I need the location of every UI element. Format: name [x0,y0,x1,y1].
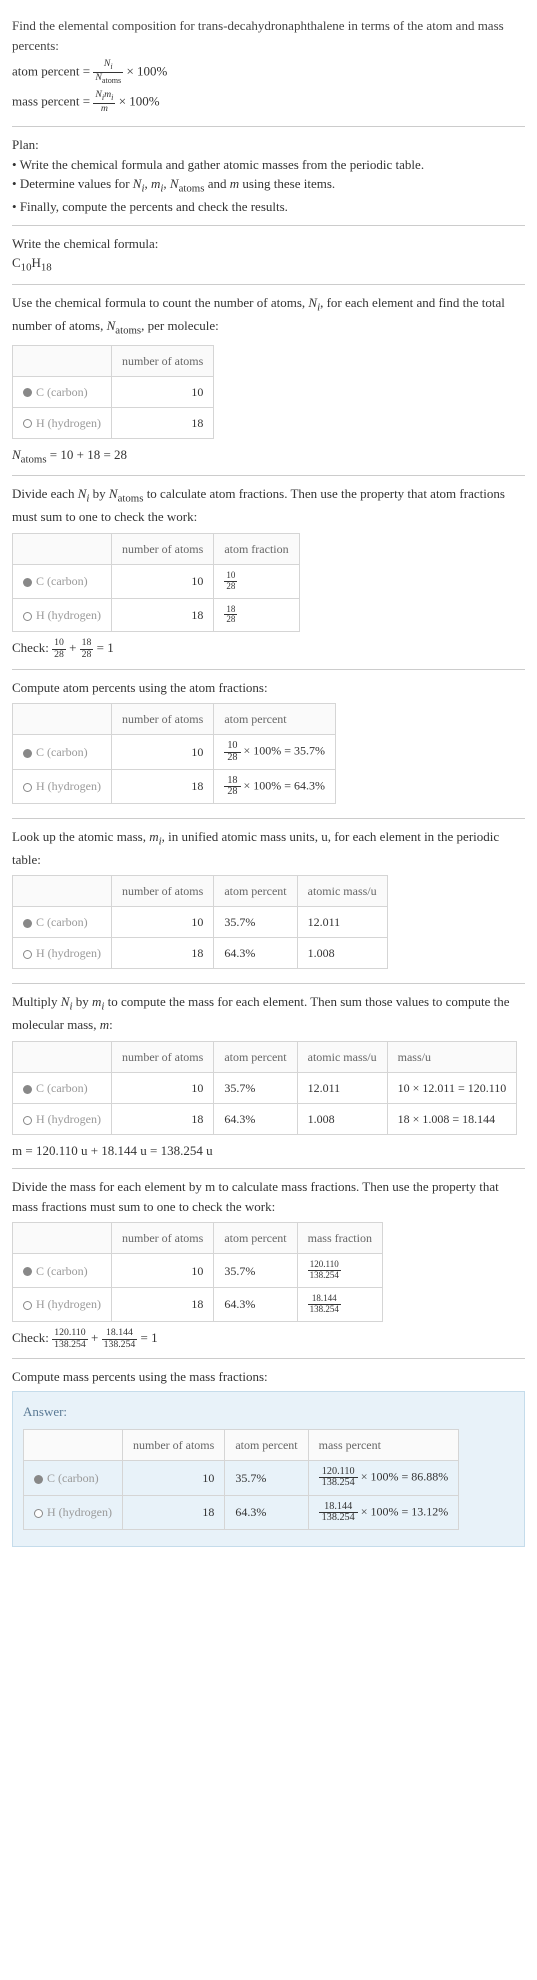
count-atoms-section: Use the chemical formula to count the nu… [12,285,525,476]
answer-label: Answer: [23,1402,514,1422]
intro-section: Find the elemental composition for trans… [12,8,525,127]
m-equation: m = 120.110 u + 18.144 u = 138.254 u [12,1141,525,1161]
bullet-filled-icon [23,578,32,587]
mass-percent-label: mass percent = [12,93,93,108]
atom-percents-table: number of atomsatom percent C (carbon)10… [12,703,336,804]
mass-percent-formula: mass percent = Nimim × 100% [12,90,525,115]
atom-percents-heading: Compute atom percents using the atom fra… [12,678,525,698]
table-row: H (hydrogen)181828 [13,598,300,632]
table-row: H (hydrogen) 18 [13,407,214,438]
atom-fractions-section: Divide each Ni by Natoms to calculate at… [12,476,525,669]
intro-title: Find the elemental composition for trans… [12,16,525,55]
atom-fraction-check: Check: 1028 + 1828 = 1 [12,638,525,660]
mass-fractions-text: Divide the mass for each element by m to… [12,1177,525,1216]
table-row: C (carbon)101028 [13,564,300,598]
atom-percents-section: Compute atom percents using the atom fra… [12,670,525,819]
bullet-filled-icon [23,919,32,928]
bullet-hollow-icon [23,783,32,792]
plan-list: Write the chemical formula and gather at… [12,155,525,217]
bullet-filled-icon [23,749,32,758]
multiply-mass-section: Multiply Ni by mi to compute the mass fo… [12,984,525,1169]
c-atoms: 10 [111,376,213,407]
plan-item-3: Finally, compute the percents and check … [12,197,525,217]
chemical-formula: C10H18 [12,253,525,276]
col-atom-fraction: atom fraction [214,533,299,564]
chemical-formula-heading: Write the chemical formula: [12,234,525,254]
multiply-mass-text: Multiply Ni by mi to compute the mass fo… [12,992,525,1034]
plan-section: Plan: Write the chemical formula and gat… [12,127,525,225]
atomic-mass-text: Look up the atomic mass, mi, in unified … [12,827,525,869]
bullet-filled-icon [23,388,32,397]
table-row: H (hydrogen)1864.3%18.144138.254 [13,1288,383,1322]
atom-percent-label: atom percent = [12,63,93,78]
answer-box: Answer: number of atomsatom percentmass … [12,1391,525,1547]
atom-percent-formula: atom percent = NiNatoms × 100% [12,59,525,86]
table-row: H (hydrogen)181828 × 100% = 64.3% [13,769,336,803]
chemical-formula-section: Write the chemical formula: C10H18 [12,226,525,285]
bullet-hollow-icon [34,1509,43,1518]
plan-item-2: Determine values for Ni, mi, Natoms and … [12,174,525,197]
table-row: C (carbon)1035.7%120.110138.254 × 100% =… [24,1461,459,1495]
col-number-of-atoms: number of atoms [111,345,213,376]
chem-c: C [12,255,21,270]
natoms-equation: Natoms = 10 + 18 = 28 [12,445,525,468]
bullet-hollow-icon [23,1301,32,1310]
atom-percent-rhs: × 100% [126,63,167,78]
table-row: H (hydrogen)1864.3%18.144138.254 × 100% … [24,1495,459,1529]
bullet-hollow-icon [23,419,32,428]
c-label: C (carbon) [36,385,88,399]
col-number-of-atoms: number of atoms [111,533,213,564]
h-atoms: 18 [111,407,213,438]
table-row: H (hydrogen)1864.3%1.00818 × 1.008 = 18.… [13,1103,517,1134]
mass-fraction-check: Check: 120.110138.254 + 18.144138.254 = … [12,1328,525,1350]
atom-fractions-table: number of atomsatom fraction C (carbon)1… [12,533,300,633]
table-row: C (carbon)1035.7%12.011 [13,907,388,938]
bullet-filled-icon [34,1475,43,1484]
table-row: H (hydrogen)1864.3%1.008 [13,938,388,969]
atomic-mass-table: number of atomsatom percentatomic mass/u… [12,875,388,969]
mass-fractions-section: Divide the mass for each element by m to… [12,1169,525,1359]
table-row: C (carbon)1035.7%12.01110 × 12.011 = 120… [13,1072,517,1103]
plan-heading: Plan: [12,135,525,155]
atom-fractions-text: Divide each Ni by Natoms to calculate at… [12,484,525,526]
mass-percent-fraction: Nimim [93,90,115,115]
final-heading: Compute mass percents using the mass fra… [12,1367,525,1387]
count-atoms-text: Use the chemical formula to count the nu… [12,293,525,339]
final-section: Compute mass percents using the mass fra… [12,1359,525,1555]
plan-item-1: Write the chemical formula and gather at… [12,155,525,175]
bullet-hollow-icon [23,950,32,959]
table-row: C (carbon)101028 × 100% = 35.7% [13,735,336,769]
mass-percent-rhs: × 100% [119,93,160,108]
answer-table: number of atomsatom percentmass percent … [23,1429,459,1530]
atom-percent-fraction: NiNatoms [93,59,123,86]
multiply-mass-table: number of atomsatom percentatomic mass/u… [12,1041,517,1135]
bullet-filled-icon [23,1085,32,1094]
count-atoms-table: number of atoms C (carbon) 10 H (hydrogen… [12,345,214,439]
atomic-mass-section: Look up the atomic mass, mi, in unified … [12,819,525,984]
document-container: Find the elemental composition for trans… [0,0,537,1563]
mass-fractions-table: number of atomsatom percentmass fraction… [12,1222,383,1322]
bullet-hollow-icon [23,612,32,621]
bullet-hollow-icon [23,1116,32,1125]
bullet-filled-icon [23,1267,32,1276]
h-label: H (hydrogen) [36,416,101,430]
table-row: C (carbon)1035.7%120.110138.254 [13,1254,383,1288]
chem-h: H [32,255,41,270]
table-row: C (carbon) 10 [13,376,214,407]
chem-c-sub: 10 [21,262,32,274]
chem-h-sub: 18 [41,262,52,274]
